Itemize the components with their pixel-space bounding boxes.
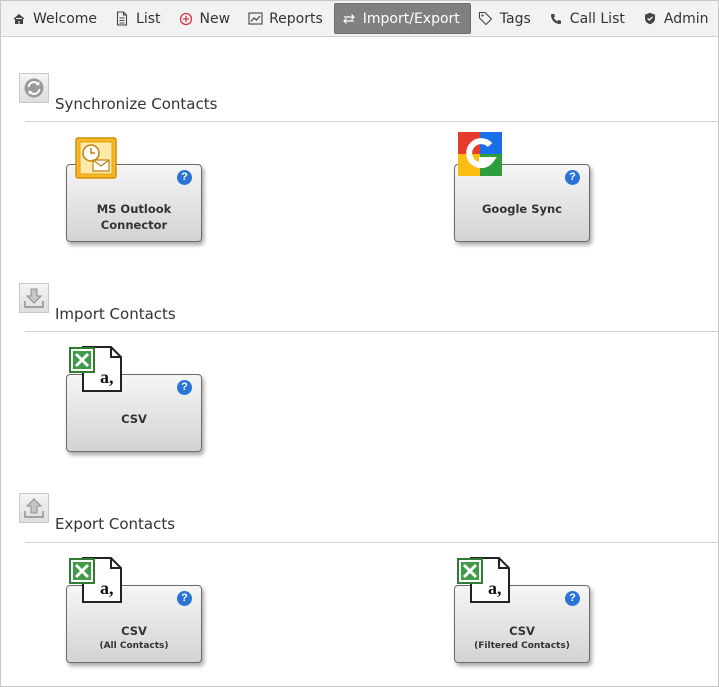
google-sync-label: Google Sync	[481, 202, 562, 216]
outlook-icon	[75, 137, 117, 183]
sync-section-header: Synchronize Contacts	[19, 73, 217, 113]
outlook-label-line1: MS Outlook	[96, 202, 172, 216]
chart-icon	[247, 11, 263, 27]
svg-text:a,: a,	[100, 578, 114, 598]
export-csv-all-sublabel: (All Contacts)	[99, 641, 169, 651]
document-icon	[114, 11, 130, 27]
svg-text:a,: a,	[488, 578, 502, 598]
export-section-title: Export Contacts	[55, 515, 176, 533]
help-icon[interactable]: ?	[565, 591, 580, 606]
svg-text:a,: a,	[100, 367, 114, 387]
outlook-connector-label: MS Outlook Connector	[67, 201, 201, 233]
import-divider	[25, 331, 718, 332]
import-csv-label: CSV	[121, 412, 147, 426]
nav-import-export-label: Import/Export	[362, 10, 460, 27]
nav-new[interactable]: New	[172, 4, 241, 33]
help-icon[interactable]: ?	[565, 170, 580, 185]
csv-file-icon: a,	[457, 556, 511, 608]
shield-icon	[642, 11, 658, 27]
nav-tags[interactable]: Tags	[472, 4, 541, 33]
nav-list[interactable]: List	[108, 4, 170, 33]
nav-reports[interactable]: Reports	[241, 4, 333, 33]
csv-file-icon: a,	[69, 556, 123, 608]
export-csv-filtered-sublabel: (Filtered Contacts)	[474, 641, 570, 651]
import-section-title: Import Contacts	[55, 305, 176, 323]
export-csv-all-label: CSV (All Contacts)	[67, 623, 201, 653]
csv-file-icon: a,	[69, 345, 123, 397]
nav-welcome[interactable]: Welcome	[5, 4, 107, 33]
nav-admin[interactable]: Admin	[636, 4, 719, 33]
nav-admin-label: Admin	[663, 10, 709, 27]
top-nav: Welcome List New Reports Import/Export T…	[1, 1, 718, 37]
nav-call-list[interactable]: Call List	[542, 4, 635, 33]
home-icon	[11, 11, 27, 27]
swap-arrows-icon	[341, 11, 357, 27]
help-icon[interactable]: ?	[177, 170, 192, 185]
sync-section-title: Synchronize Contacts	[55, 95, 218, 113]
nav-import-export[interactable]: Import/Export	[333, 3, 471, 34]
tag-icon	[478, 11, 494, 27]
export-csv-filtered-label: CSV (Filtered Contacts)	[455, 623, 589, 653]
sync-divider	[25, 121, 718, 122]
nav-new-label: New	[199, 10, 231, 27]
import-section-header: Import Contacts	[19, 283, 176, 323]
nav-tags-label: Tags	[499, 10, 531, 27]
nav-reports-label: Reports	[269, 10, 323, 27]
outlook-label-line2: Connector	[100, 218, 168, 232]
nav-welcome-label: Welcome	[33, 10, 98, 27]
add-circle-icon	[178, 11, 194, 27]
nav-call-list-label: Call List	[569, 10, 625, 27]
help-icon[interactable]: ?	[177, 591, 192, 606]
phone-icon	[548, 11, 564, 27]
export-csv-filtered-title: CSV	[509, 624, 535, 638]
google-icon	[458, 132, 502, 180]
export-icon	[19, 493, 49, 523]
import-icon	[19, 283, 49, 313]
export-csv-all-title: CSV	[121, 624, 147, 638]
export-divider	[25, 542, 718, 543]
sync-icon	[19, 73, 49, 103]
export-section-header: Export Contacts	[19, 493, 175, 533]
nav-list-label: List	[136, 10, 161, 27]
help-icon[interactable]: ?	[177, 380, 192, 395]
